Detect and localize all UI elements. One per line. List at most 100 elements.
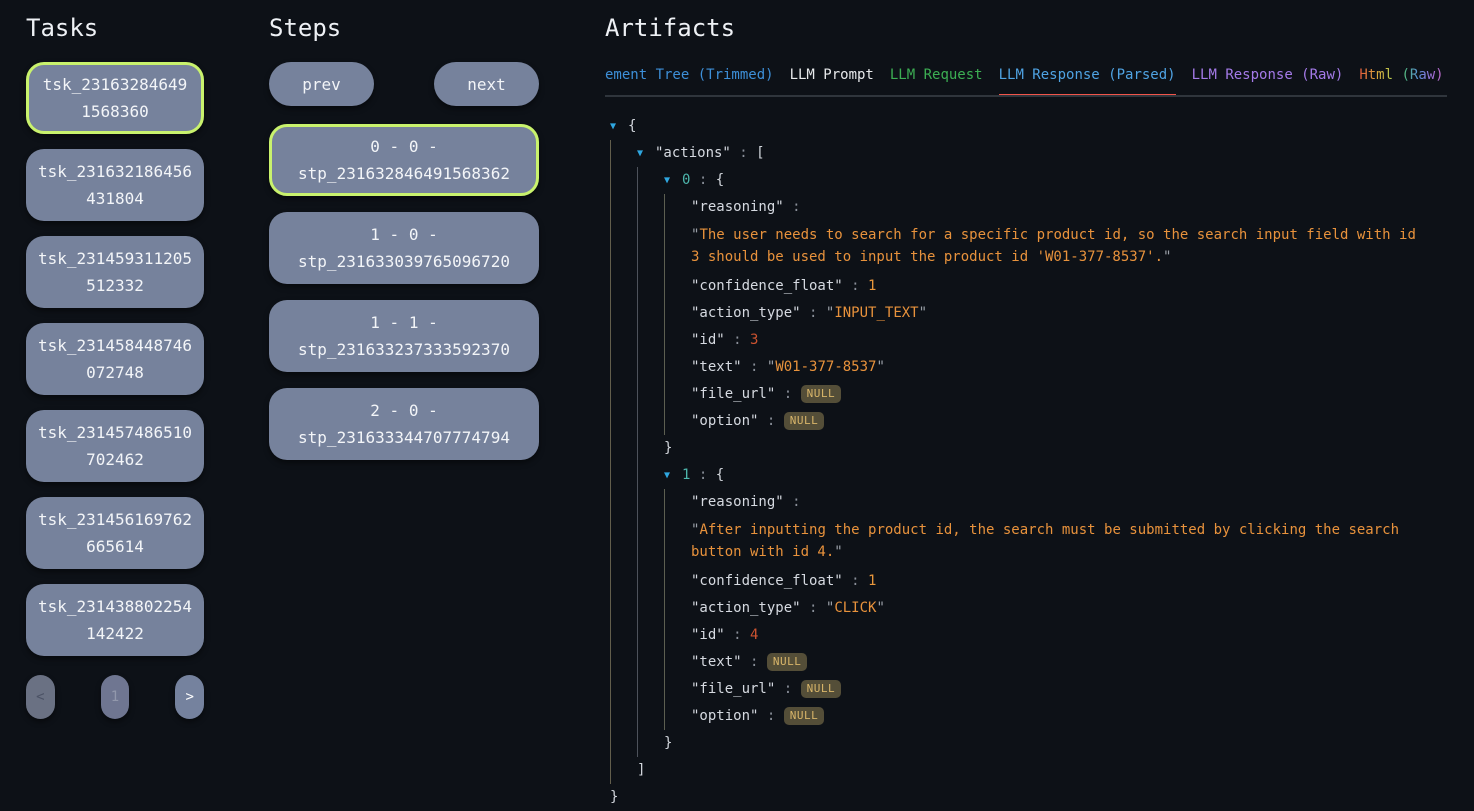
json-segment: After inputting the product id, the sear…: [691, 522, 1399, 560]
json-segment: "action_type": [691, 600, 801, 616]
json-segment: "file_url": [691, 386, 775, 402]
pagination-prev-button[interactable]: <: [26, 675, 55, 719]
json-row-content: 0 : {: [682, 167, 1447, 194]
indent-guide: [610, 462, 637, 489]
artifacts-tab-5[interactable]: Html (Raw): [1359, 67, 1443, 83]
artifacts-tab-1[interactable]: LLM Prompt: [790, 67, 874, 83]
json-segment: }: [664, 440, 672, 456]
indent-guide: [610, 676, 637, 703]
json-segment: :: [843, 573, 868, 589]
json-segment: :: [725, 332, 750, 348]
indent-guide: [664, 194, 691, 221]
artifacts-tab-2[interactable]: LLM Request: [890, 67, 983, 83]
collapse-toggle-icon[interactable]: ▼: [664, 462, 682, 489]
step-button-1[interactable]: 1 - 0 - stp_231633039765096720: [269, 212, 539, 284]
json-row-content: 1 : {: [682, 462, 1447, 489]
null-badge: NULL: [767, 653, 808, 671]
json-row-content: "confidence_float" : 1: [691, 273, 1447, 300]
indent-guide: [610, 140, 637, 167]
collapse-toggle-icon[interactable]: ▼: [664, 167, 682, 194]
indent-guide: [637, 408, 664, 435]
indent-guide: [637, 622, 664, 649]
step-button-3[interactable]: 2 - 0 - stp_231633344707774794: [269, 388, 539, 460]
indent-guide: [664, 221, 691, 273]
indent-guide: [637, 568, 664, 595]
task-button-3[interactable]: tsk_231458448746072748: [26, 323, 204, 395]
json-segment: ": [876, 359, 884, 375]
json-segment: ": [876, 600, 884, 616]
task-button-6[interactable]: tsk_231438802254142422: [26, 584, 204, 656]
indent-guide: [610, 221, 637, 273]
indent-guide: [637, 462, 664, 489]
tasks-pagination: < 1 >: [26, 675, 204, 719]
indent-guide: [637, 354, 664, 381]
null-badge: NULL: [801, 385, 842, 403]
json-row-11: }: [610, 435, 1447, 462]
step-list: 0 - 0 - stp_231632846491568362 1 - 0 - st…: [269, 124, 539, 460]
json-row-22: ]: [610, 757, 1447, 784]
step-button-0[interactable]: 0 - 0 - stp_231632846491568362: [269, 124, 539, 196]
steps-panel: Steps prev next 0 - 0 - stp_231632846491…: [269, 0, 539, 476]
json-segment: [: [756, 145, 764, 161]
json-row-content: "file_url" : NULL: [691, 676, 1447, 703]
json-row-0: ▼{: [610, 113, 1447, 140]
json-row-content: "reasoning" :: [691, 489, 1447, 516]
task-button-2[interactable]: tsk_231459311205512332: [26, 236, 204, 308]
json-row-content: "text" : "W01-377-8537": [691, 354, 1447, 381]
pagination-page-1-button[interactable]: 1: [101, 675, 130, 719]
json-row-content: "option" : NULL: [691, 703, 1447, 730]
artifacts-title: Artifacts: [605, 14, 1447, 44]
json-segment: "id": [691, 627, 725, 643]
indent-guide: [610, 273, 637, 300]
step-button-2[interactable]: 1 - 1 - stp_231633237333592370: [269, 300, 539, 372]
pagination-next-button[interactable]: >: [175, 675, 204, 719]
artifacts-tab-3[interactable]: LLM Response (Parsed): [999, 67, 1176, 83]
task-button-5[interactable]: tsk_231456169762665614: [26, 497, 204, 569]
json-tree-viewer: ▼{▼"actions" : [▼0 : {"reasoning" :"The …: [605, 113, 1447, 811]
json-segment: INPUT_TEXT: [834, 305, 918, 321]
json-string-value: "After inputting the product id, the sea…: [691, 516, 1416, 568]
indent-guide: [664, 300, 691, 327]
indent-guide: [664, 595, 691, 622]
indent-guide: [664, 489, 691, 516]
task-button-4[interactable]: tsk_231457486510702462: [26, 410, 204, 482]
json-segment: :: [784, 494, 801, 510]
collapse-toggle-icon[interactable]: ▼: [610, 113, 628, 140]
task-button-0[interactable]: tsk_231632846491568360: [26, 62, 204, 134]
indent-guide: [637, 595, 664, 622]
json-row-6: "action_type" : "INPUT_TEXT": [610, 300, 1447, 327]
indent-guide: [637, 381, 664, 408]
indent-guide: [664, 273, 691, 300]
json-segment: :: [801, 600, 826, 616]
json-segment: The user needs to search for a specific …: [691, 227, 1416, 265]
json-segment: {: [716, 467, 724, 483]
json-segment: :: [801, 305, 826, 321]
collapse-toggle-icon[interactable]: ▼: [637, 140, 655, 167]
json-segment: :: [784, 199, 801, 215]
json-segment: W01-377-8537: [775, 359, 876, 375]
json-row-content: "action_type" : "CLICK": [691, 595, 1447, 622]
json-segment: ": [919, 305, 927, 321]
artifacts-tab-bar: ement Tree (Trimmed) LLM Prompt LLM Reques…: [605, 67, 1447, 97]
steps-prev-button[interactable]: prev: [269, 62, 374, 106]
json-segment: "text": [691, 359, 742, 375]
json-segment: "file_url": [691, 681, 775, 697]
json-segment: "option": [691, 413, 758, 429]
json-segment: "text": [691, 654, 742, 670]
indent-guide: [664, 676, 691, 703]
json-row-16: "action_type" : "CLICK": [610, 595, 1447, 622]
json-row-content: "id" : 4: [691, 622, 1447, 649]
json-segment: "reasoning": [691, 199, 784, 215]
steps-next-button[interactable]: next: [434, 62, 539, 106]
json-row-18: "text" : NULL: [610, 649, 1447, 676]
json-row-2: ▼0 : {: [610, 167, 1447, 194]
indent-guide: [610, 703, 637, 730]
indent-guide: [637, 327, 664, 354]
json-segment: :: [758, 708, 783, 724]
artifacts-tab-4[interactable]: LLM Response (Raw): [1192, 67, 1344, 83]
artifacts-tab-0[interactable]: ement Tree (Trimmed): [605, 67, 774, 83]
task-button-1[interactable]: tsk_231632186456431804: [26, 149, 204, 221]
json-row-9: "file_url" : NULL: [610, 381, 1447, 408]
json-segment: "confidence_float": [691, 573, 843, 589]
indent-guide: [610, 381, 637, 408]
